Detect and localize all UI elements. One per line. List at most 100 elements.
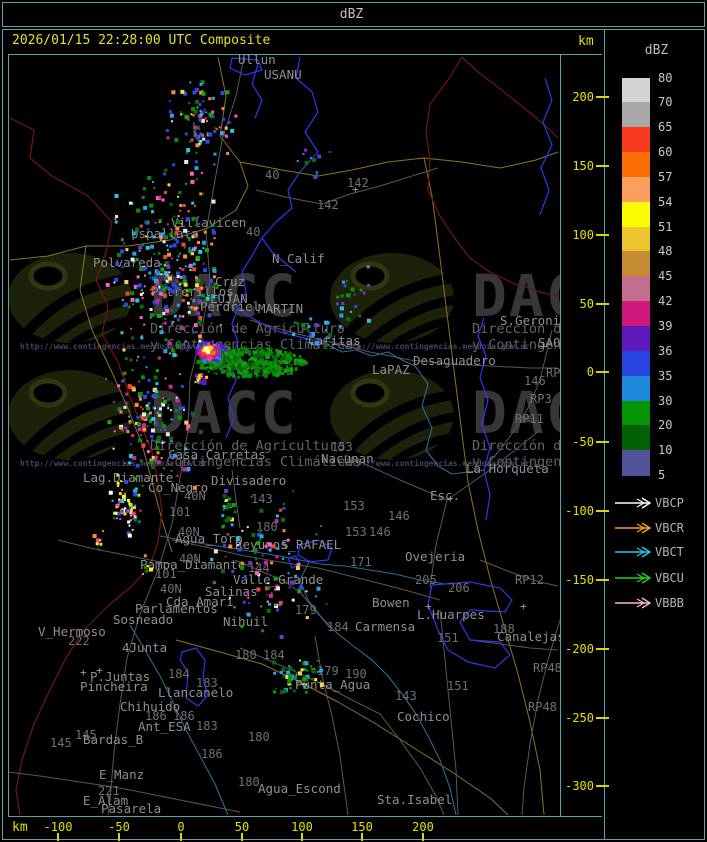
legend-swatch [622,450,650,476]
y-axis-tick [596,648,609,650]
y-axis-tick-label: 200 [572,90,594,104]
map-place-label: Esc. [430,488,460,503]
y-axis-tick [596,785,609,787]
x-axis-tick [301,833,303,841]
map-road-label: RP11 [515,412,544,426]
map-road-label: 179 [295,603,317,617]
map-road-label: 153 [331,440,353,454]
y-axis-tick-label: -150 [565,573,594,587]
x-axis-tick-label: 150 [351,820,373,834]
legend-swatch [622,350,650,377]
legend-level-label: 45 [658,269,673,284]
map-road-label: 40N [184,489,206,503]
vector-label: VBCR [655,521,684,535]
map-place-label: Sosneado [113,612,173,627]
vector-label: VBCU [655,571,684,585]
legend-level-label: 35 [658,368,673,383]
y-axis-tick-label: -100 [565,504,594,518]
y-axis-tick-label: 150 [572,159,594,173]
map-road-label: 40N [160,582,182,596]
map-road-label: 146 [388,509,410,523]
map-road-label: 188 [493,622,515,636]
map-place-label: S_RAFAEL [281,537,341,552]
x-axis-tick [180,833,182,841]
vector-label: VBCT [655,545,684,559]
map-road-label: 101 [169,505,191,519]
legend-swatch [622,127,650,153]
legend-swatch [622,326,650,352]
station-cross-marker: + [96,664,103,677]
map-road-label: 221 [98,784,120,798]
vector-arrow-icon [615,497,652,509]
map-place-label: Nihuil [223,614,268,629]
map-road-label: 205 [415,573,437,587]
map-place-label: N_Calif [272,251,325,266]
x-axis-tick-label: 100 [291,820,313,834]
map-road-label: 190 [345,667,367,681]
vector-label: VBBB [655,596,684,610]
y-axis-tick [596,165,609,167]
map-road-label: 184 [327,620,349,634]
radar-app-window: dBZ 2026/01/15 22:28:00 UTC Composite km… [0,0,707,842]
map-road-label: 186 [173,709,195,723]
y-axis-tick-label: 100 [572,228,594,242]
map-place-label: Carmensa [355,619,415,634]
x-axis-tick-label: -50 [108,820,130,834]
map-place-label: Polvareda [93,255,161,270]
legend-swatch [622,152,650,178]
map-road-label: 142 [317,198,339,212]
map-place-label: MARTIN [258,301,303,316]
map-place-label: USANU [264,67,302,82]
legend-swatch [622,176,650,203]
map-place-label: LaPAZ [372,362,410,377]
map-road-label: 151 [437,631,459,645]
map-road-label: 145 [50,736,72,750]
legend-level-label: 70 [658,95,673,110]
y-axis-unit-label: km [578,34,594,49]
map-place-label: Sta.Isabel [377,792,452,807]
legend-level-label: 65 [658,120,673,135]
x-axis-tick [57,833,59,841]
vector-label: VBCP [655,496,684,510]
legend-swatch [622,102,650,128]
map-road-label: 180 [235,648,257,662]
legend-swatch [622,276,650,302]
map-road-label: 145 [75,728,97,742]
map-road-label: 153 [343,499,365,513]
y-axis-tick [596,717,609,719]
map-place-label: Desaguadero [413,353,496,368]
station-cross-marker: + [425,600,432,613]
map-place-label: Casa_Carretas [168,447,266,462]
map-place-label: Pasarela [101,801,161,816]
legend-swatch [622,301,650,327]
map-place-label: Divisadero [211,473,286,488]
x-axis-tick [118,833,120,841]
legend-level-label: 10 [658,443,673,458]
x-axis-tick [361,833,363,841]
map-road-label: 151 [447,679,469,693]
x-axis-tick-label: 50 [234,820,250,834]
vector-arrow-icon [615,572,652,584]
timestamp-label: 2026/01/15 22:28:00 UTC Composite [12,33,271,48]
legend-swatch [622,226,650,252]
station-cross-marker: + [352,183,359,196]
y-axis-tick [596,371,609,373]
y-axis-tick-label: 50 [579,297,594,311]
y-axis-tick [596,96,609,98]
map-road-label: RP3 [530,392,552,406]
legend-level-label: 57 [658,169,673,184]
map-place-label: S.Geronimo [500,313,560,328]
legend-swatch [622,201,650,228]
map-road-label: 40 [265,168,279,182]
map-road-label: 186 [145,709,167,723]
map-place-label: Agua_Escond [258,781,341,796]
y-axis-tick [596,510,609,512]
window-title: dBZ [339,7,364,22]
map-place-label: E_Manz [99,767,144,782]
map-frame-bottom-extension [560,816,602,817]
legend-swatch [622,425,650,451]
map-road-label: 171 [350,555,372,569]
y-axis-tick [596,441,609,443]
watermark-url: http://www.contingencias.mendoza.gov.ar [20,341,208,351]
map-place-label: Catitas [308,333,361,348]
